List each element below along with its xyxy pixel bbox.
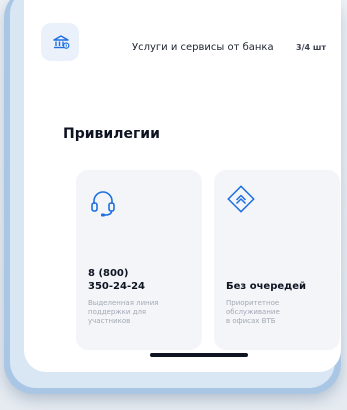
phone-screen: Услуги и сервисы от банка 3/4 шт Привиле…: [24, 0, 341, 372]
no-queue-desc-line1: Приоритетное: [226, 299, 280, 307]
home-indicator[interactable]: [150, 353, 248, 357]
phone-bezel: Услуги и сервисы от банка 3/4 шт Привиле…: [10, 0, 341, 388]
privilege-card-no-queue[interactable]: Без очередей Приоритетное обслуживание в…: [214, 170, 340, 350]
no-queue-desc-line3: в офисах ВТБ: [226, 317, 276, 325]
phone-frame: Услуги и сервисы от банка 3/4 шт Привиле…: [4, 0, 341, 394]
services-count: 3/4 шт: [296, 43, 326, 52]
support-phone-line1: 8 (800): [88, 268, 129, 279]
services-label[interactable]: Услуги и сервисы от банка: [132, 42, 274, 53]
support-desc-line2: поддержки для: [88, 308, 147, 316]
support-desc-line3: участников: [88, 317, 131, 325]
no-queue-title: Без очередей: [226, 281, 307, 292]
privilege-card-support[interactable]: 8 (800) 350-24-24 Выделенная линия подде…: [76, 170, 202, 350]
privileges-title: Привилегии: [63, 126, 160, 142]
bank-services-icon: [53, 35, 70, 49]
support-desc-line1: Выделенная линия: [88, 299, 159, 307]
priority-chevrons-icon: [227, 185, 255, 213]
support-phone-line2: 350-24-24: [88, 281, 146, 292]
no-queue-desc-line2: обслуживание: [226, 308, 280, 316]
headset-icon: [91, 191, 115, 217]
